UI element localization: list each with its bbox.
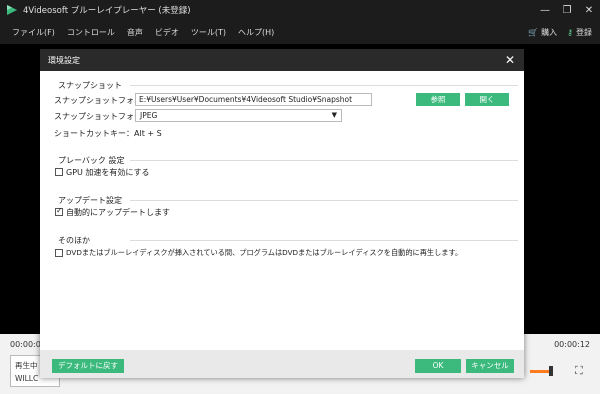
autoplay-disc-label: DVDまたはブルーレイディスクが挿入されている間、プログラムはDVDまたはブルー… bbox=[66, 248, 463, 257]
title-bar: 4Videosoft ブルーレイプレーヤー (未登録) — ❐ ✕ bbox=[0, 0, 600, 20]
key-icon: ⚷ bbox=[567, 27, 573, 37]
other-section-title: そのほか bbox=[58, 236, 90, 245]
register-button[interactable]: ⚷ 登録 bbox=[567, 27, 592, 38]
snapshot-format-value: JPEG bbox=[140, 111, 158, 120]
auto-update-checkbox[interactable] bbox=[55, 206, 63, 216]
volume-slider-handle[interactable] bbox=[549, 366, 553, 376]
dialog-title: 環境設定 bbox=[48, 55, 80, 65]
menu-file[interactable]: ファイル(F) bbox=[12, 27, 55, 38]
menu-help[interactable]: ヘルプ(H) bbox=[238, 27, 274, 38]
other-divider bbox=[130, 240, 518, 241]
dialog-header: 環境設定 ✕ bbox=[40, 49, 524, 71]
app-title: 4Videosoft ブルーレイプレーヤー (未登録) bbox=[23, 6, 191, 16]
menu-tools[interactable]: ツール(T) bbox=[191, 27, 226, 38]
buy-button[interactable]: 🛒 購入 bbox=[528, 27, 557, 38]
snapshot-divider bbox=[130, 85, 518, 86]
browse-button[interactable]: 参照 bbox=[416, 93, 460, 106]
cancel-button[interactable]: キャンセル bbox=[466, 359, 514, 373]
gpu-acceleration-label: GPU 加速を有効にする bbox=[66, 168, 150, 177]
snapshot-folder-input[interactable]: E:¥Users¥User¥Documents¥4Videosoft Studi… bbox=[135, 93, 372, 106]
update-divider bbox=[130, 200, 518, 201]
ok-button[interactable]: OK bbox=[415, 359, 461, 373]
dialog-close-icon[interactable]: ✕ bbox=[505, 53, 515, 67]
menu-bar: ファイル(F) コントロール 音声 ビデオ ツール(T) ヘルプ(H) 🛒 購入 … bbox=[0, 20, 600, 44]
menu-video[interactable]: ビデオ bbox=[155, 27, 179, 38]
menu-control[interactable]: コントロール bbox=[67, 27, 115, 38]
playback-divider bbox=[130, 160, 518, 161]
auto-update-label: 自動的にアップデートします bbox=[66, 208, 170, 217]
close-icon[interactable]: ✕ bbox=[578, 0, 600, 20]
autoplay-disc-checkbox[interactable] bbox=[55, 249, 63, 257]
register-label: 登録 bbox=[576, 27, 592, 37]
snapshot-format-select[interactable]: JPEG ▼ bbox=[135, 109, 342, 122]
restore-defaults-button[interactable]: デフォルトに戻す bbox=[52, 359, 124, 373]
update-section-title: アップデート設定 bbox=[58, 196, 122, 205]
restore-icon[interactable]: ❐ bbox=[556, 0, 578, 20]
app-logo-icon bbox=[7, 5, 17, 15]
fullscreen-icon[interactable]: ⛶ bbox=[575, 364, 589, 378]
buy-label: 購入 bbox=[541, 27, 558, 37]
chevron-down-icon: ▼ bbox=[331, 111, 337, 119]
open-folder-button[interactable]: 開く bbox=[465, 93, 509, 106]
snapshot-folder-value: E:¥Users¥User¥Documents¥4Videosoft Studi… bbox=[139, 95, 353, 104]
snapshot-section-title: スナップショット bbox=[58, 81, 122, 90]
playback-section-title: プレーバック 設定 bbox=[58, 156, 125, 165]
shortcut-key-label: ショートカットキー：Alt + S bbox=[54, 129, 162, 138]
minimize-icon[interactable]: — bbox=[534, 0, 556, 20]
gpu-acceleration-checkbox[interactable] bbox=[55, 168, 63, 176]
menu-audio[interactable]: 音声 bbox=[127, 27, 143, 38]
time-total: 00:00:12 bbox=[554, 340, 590, 349]
cart-icon: 🛒 bbox=[528, 27, 539, 37]
